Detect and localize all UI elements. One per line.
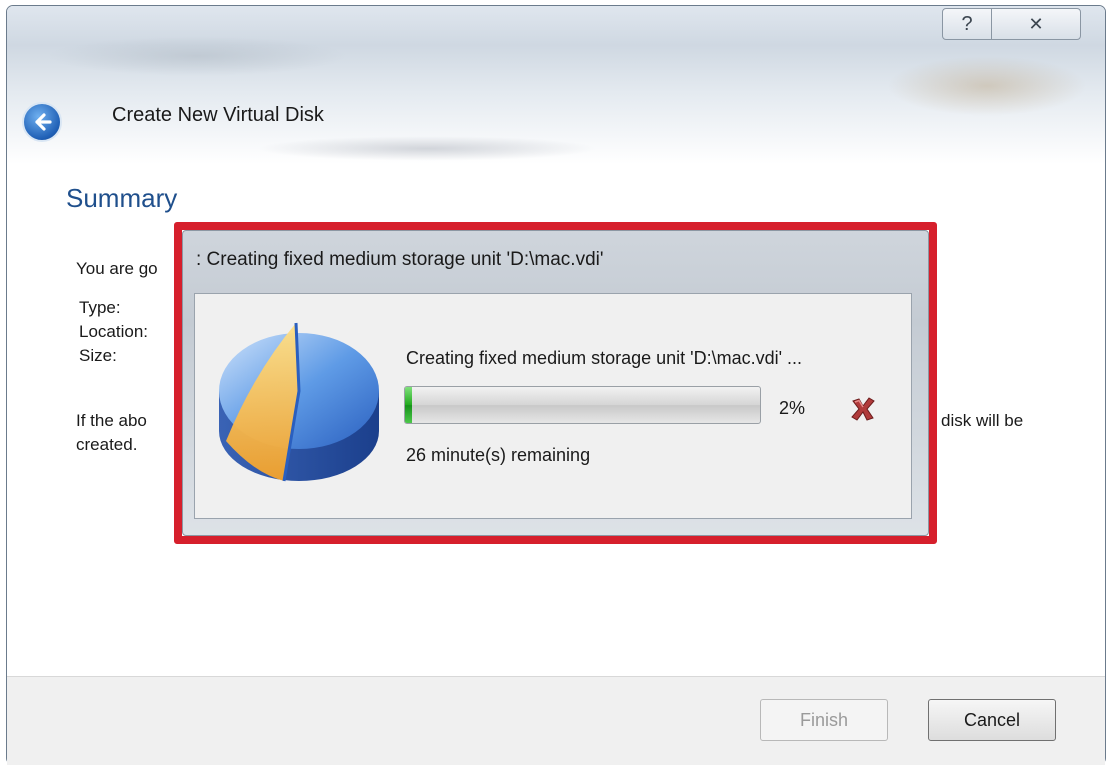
title-bar xyxy=(7,6,1105,164)
location-label: Location: xyxy=(79,322,148,341)
help-icon: ? xyxy=(961,12,973,35)
summary-intro-text: You are go xyxy=(76,259,158,278)
confirm-text-second-line: created. xyxy=(76,435,138,454)
confirm-text-right: disk will be xyxy=(941,411,1024,430)
summary-heading: Summary xyxy=(66,183,178,213)
finish-button[interactable]: Finish xyxy=(760,699,888,741)
dialog-title: Create New Virtual Disk xyxy=(112,104,324,126)
background-blur xyxy=(47,36,347,76)
back-button[interactable] xyxy=(22,102,62,142)
confirm-text-left: If the abo xyxy=(76,411,147,430)
help-button[interactable]: ? xyxy=(942,8,992,40)
close-button[interactable]: ✕ xyxy=(991,8,1081,40)
button-bar: Finish Cancel xyxy=(7,676,1105,765)
background-blur xyxy=(887,56,1087,116)
type-label: Type: xyxy=(79,298,121,317)
highlight-box xyxy=(174,222,937,544)
close-icon: ✕ xyxy=(1028,13,1044,34)
back-arrow-icon xyxy=(35,113,52,131)
background-blur xyxy=(257,136,597,161)
size-label: Size: xyxy=(79,346,117,365)
cancel-button[interactable]: Cancel xyxy=(928,699,1056,741)
